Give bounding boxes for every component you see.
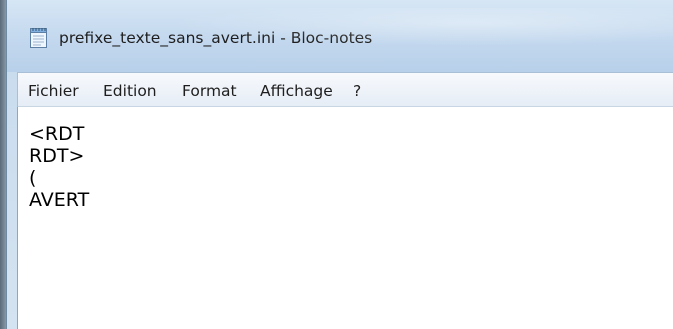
- menu-edition[interactable]: Edition: [103, 82, 157, 100]
- editor-line: RDT>: [29, 145, 85, 167]
- editor-line: AVERT: [29, 189, 90, 211]
- menu-fichier[interactable]: Fichier: [28, 82, 79, 100]
- menu-help[interactable]: ?: [353, 82, 361, 100]
- notepad-icon[interactable]: [29, 27, 49, 49]
- window-title: prefixe_texte_sans_avert.ini - Bloc-note…: [59, 29, 373, 47]
- title-bar[interactable]: prefixe_texte_sans_avert.ini - Bloc-note…: [7, 0, 673, 72]
- editor-line: (: [29, 167, 37, 189]
- menu-format[interactable]: Format: [182, 82, 237, 100]
- text-editor[interactable]: <RDT RDT> ( AVERT: [17, 106, 673, 329]
- editor-line: <RDT: [29, 123, 85, 145]
- notepad-window: prefixe_texte_sans_avert.ini - Bloc-note…: [6, 0, 673, 329]
- menu-affichage[interactable]: Affichage: [260, 82, 333, 100]
- menu-bar: Fichier Edition Format Affichage ?: [17, 72, 673, 106]
